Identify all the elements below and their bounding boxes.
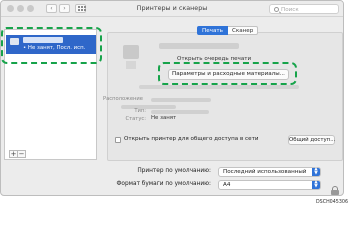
popup-arrows-icon: ▲ ▼ — [312, 167, 320, 176]
popup-arrows-icon: ▲ ▼ — [312, 180, 320, 189]
remove-printer-button[interactable]: − — [17, 150, 26, 158]
printer-title-redacted — [159, 43, 239, 49]
default-printer-popup[interactable]: Последний использованный ▲ ▼ — [218, 167, 321, 177]
default-paper-popup[interactable]: A4 ▲ ▼ — [218, 180, 321, 190]
status-label: Статус: — [125, 116, 146, 122]
default-printer-value: Последний использованный — [223, 169, 307, 175]
figure-code: DSCH045306 — [315, 200, 348, 205]
share-printer-checkbox[interactable] — [115, 137, 121, 143]
sharing-preferences-button[interactable]: Общий доступ... — [288, 135, 335, 145]
type-value-redacted — [151, 110, 209, 114]
tab-bar: Печать Сканер — [197, 26, 259, 35]
title-bar: ‹ › Принтеры и сканеры — [1, 1, 343, 17]
search-icon — [274, 6, 279, 12]
share-printer-label: Открыть принтер для общего доступа в сет… — [124, 136, 259, 142]
location-value-redacted — [151, 98, 211, 102]
tab-scanner[interactable]: Сканер — [227, 26, 259, 35]
default-printer-label: Принтер по умолчанию: — [137, 168, 211, 174]
type-label: Тип: — [134, 108, 146, 114]
lock-icon[interactable] — [331, 186, 339, 195]
tab-print[interactable]: Печать — [197, 26, 228, 35]
printer-large-icon — [123, 45, 139, 71]
status-value: Не занят — [151, 115, 177, 121]
redacted-line — [139, 85, 299, 89]
default-paper-value: A4 — [223, 182, 231, 188]
search-input[interactable] — [281, 6, 336, 13]
callout-printer-item — [1, 27, 102, 64]
callout-options-button — [158, 62, 297, 85]
list-buttons: + − — [9, 150, 26, 159]
location-label: Расположение — [102, 96, 143, 102]
default-paper-label: Формат бумаги по умолчанию: — [116, 181, 211, 187]
search-field[interactable] — [269, 4, 339, 14]
